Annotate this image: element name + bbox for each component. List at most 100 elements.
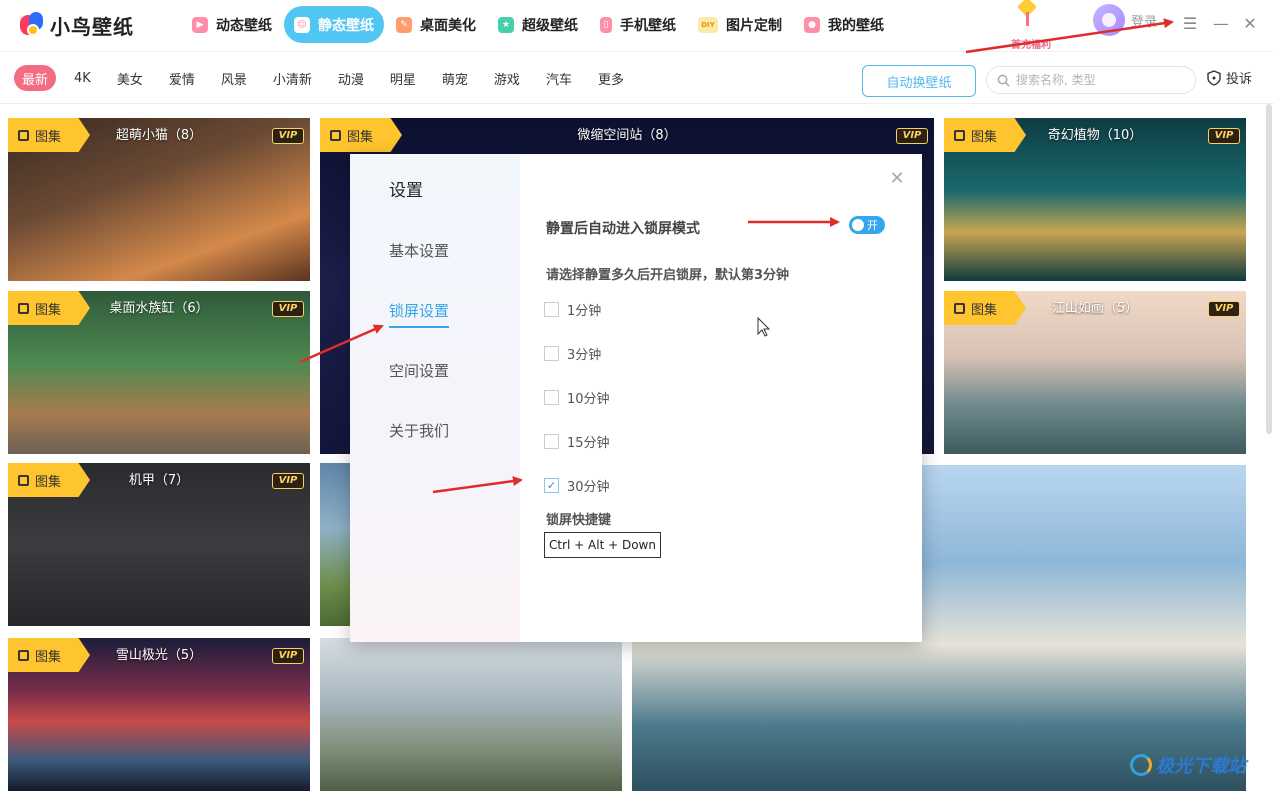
vip-badge: VIP [272,301,304,317]
search-box[interactable] [986,66,1196,94]
vip-badge: VIP [896,128,928,144]
app-logo[interactable]: 小鸟壁纸 [20,10,134,40]
option-10-minutes[interactable]: 10分钟 [544,388,610,407]
menu-lock-screen-settings[interactable]: 锁屏设置 [389,300,449,321]
category-celebrity[interactable]: 明星 [382,65,424,91]
category-anime[interactable]: 动漫 [330,65,372,91]
card-title: 微缩空间站（8） [577,128,677,143]
category-cars[interactable]: 汽车 [538,65,580,91]
checkbox[interactable] [544,346,559,361]
report-label: 投诉 [1226,72,1253,87]
image-icon: ☺ [294,16,310,33]
checkbox[interactable] [544,434,559,449]
nav-super-wallpaper[interactable]: ★ 超级壁纸 [488,6,588,43]
minimize-icon[interactable]: — [1211,12,1231,34]
wallpaper-card[interactable]: 奇幻植物（10） 图集 VIP [944,118,1246,281]
checkbox[interactable] [544,390,559,405]
report-button[interactable]: 投诉 [1206,68,1252,87]
check-icon: ✓ [546,479,557,492]
auto-lock-label: 静置后自动进入锁屏模式 [546,221,700,237]
album-tag: 图集 [8,638,90,672]
settings-dialog: 设置 基本设置 锁屏设置 空间设置 关于我们 ✕ 静置后自动进入锁屏模式 开 请… [350,154,922,642]
promo-badge[interactable]: 首充福利 [1000,0,1062,52]
option-label: 15分钟 [567,436,610,451]
album-tag: 图集 [320,118,402,152]
tag-label: 图集 [35,474,62,490]
promo-stem [1026,12,1029,26]
album-icon [330,129,341,141]
wallpaper-card[interactable]: 江山如画（5） 图集 VIP [944,291,1246,454]
wallpaper-card[interactable]: 超萌小猫（8） 图集 VIP [8,118,310,281]
wallpaper-card[interactable]: 桌面水族缸（6） 图集 VIP [8,291,310,454]
wallpaper-card[interactable]: 雪山极光（5） 图集 VIP [8,638,310,791]
album-tag: 图集 [8,291,90,325]
menu-basic-settings[interactable]: 基本设置 [389,240,449,261]
category-bar: 最新 4K 美女 爱情 风景 小清新 动漫 明星 萌宠 游戏 汽车 更多 自动换… [0,52,1274,104]
album-tag: 图集 [8,118,90,152]
nav-my-wallpaper[interactable]: ● 我的壁纸 [794,6,894,43]
tag-label: 图集 [35,649,62,665]
album-icon [18,474,29,486]
shield-icon [1207,69,1221,86]
tag-label: 图集 [971,129,998,145]
watermark-logo-icon [1130,754,1152,776]
category-scenery[interactable]: 风景 [213,65,255,91]
category-beauty[interactable]: 美女 [109,65,151,91]
login-link[interactable]: 登录 [1131,11,1157,30]
nav-label: 图片定制 [726,17,782,34]
close-window-icon[interactable]: ✕ [1240,12,1260,34]
option-label: 30分钟 [567,480,610,495]
option-label: 10分钟 [567,392,610,407]
option-15-minutes[interactable]: 15分钟 [544,432,610,451]
category-love[interactable]: 爱情 [161,65,203,91]
category-pets[interactable]: 萌宠 [434,65,476,91]
nav-desktop-beautify[interactable]: ✎ 桌面美化 [386,6,486,43]
grid-scrollbar[interactable] [1266,104,1272,434]
wallpaper-card[interactable]: 机甲（7） 图集 VIP [8,463,310,626]
search-input[interactable] [1016,73,1186,87]
auto-lock-toggle[interactable]: 开 [849,216,885,234]
logo-icon [20,12,46,38]
option-3-minutes[interactable]: 3分钟 [544,344,601,363]
album-icon [954,302,965,314]
category-latest[interactable]: 最新 [14,65,57,91]
option-1-minute[interactable]: 1分钟 [544,300,601,319]
checkbox[interactable] [544,302,559,317]
nav-image-custom[interactable]: DIY 图片定制 [688,6,792,43]
checkbox-checked[interactable]: ✓ [544,478,559,493]
category-games[interactable]: 游戏 [486,65,528,91]
diy-icon: DIY [698,16,718,33]
album-tag: 图集 [8,463,90,497]
avatar[interactable] [1093,4,1125,36]
menu-icon[interactable]: ☰ [1180,12,1200,34]
close-icon[interactable]: ✕ [886,168,908,190]
lock-shortcut-input[interactable]: Ctrl + Alt + Down [544,532,661,558]
category-more[interactable]: 更多 [590,65,632,91]
nav-dynamic-wallpaper[interactable]: ▶ 动态壁纸 [182,6,282,43]
album-tag: 图集 [944,291,1026,325]
watermark: 极光下载站 [1130,752,1246,778]
menu-space-settings[interactable]: 空间设置 [389,360,449,381]
category-fresh[interactable]: 小清新 [265,65,320,91]
app-name: 小鸟壁纸 [50,14,134,39]
active-menu-indicator [389,326,449,328]
option-30-minutes[interactable]: ✓ 30分钟 [544,476,610,495]
album-icon [18,649,29,661]
wallpaper-card[interactable] [320,638,622,791]
vip-badge: VIP [272,473,304,489]
tag-label: 图集 [35,129,62,145]
auto-change-wallpaper-button[interactable]: 自动换壁纸 [862,65,976,97]
nav-label: 动态壁纸 [216,17,272,34]
nav-phone-wallpaper[interactable]: ▯ 手机壁纸 [590,6,686,43]
user-area[interactable]: 登录 [1093,4,1157,36]
promo-text: 首充福利 [1011,40,1051,51]
option-label: 1分钟 [567,304,602,319]
idle-prompt: 请选择静置多久后开启锁屏，默认第3分钟 [546,268,790,283]
tag-label: 图集 [35,302,62,318]
category-4k[interactable]: 4K [66,65,99,91]
nav-static-wallpaper[interactable]: ☺ 静态壁纸 [284,6,384,43]
watermark-text: 极光下载站 [1156,756,1246,777]
shortcut-title: 锁屏快捷键 [546,513,612,528]
menu-about-us[interactable]: 关于我们 [389,420,449,441]
category-list: 最新 4K 美女 爱情 风景 小清新 动漫 明星 萌宠 游戏 汽车 更多 [14,65,642,91]
